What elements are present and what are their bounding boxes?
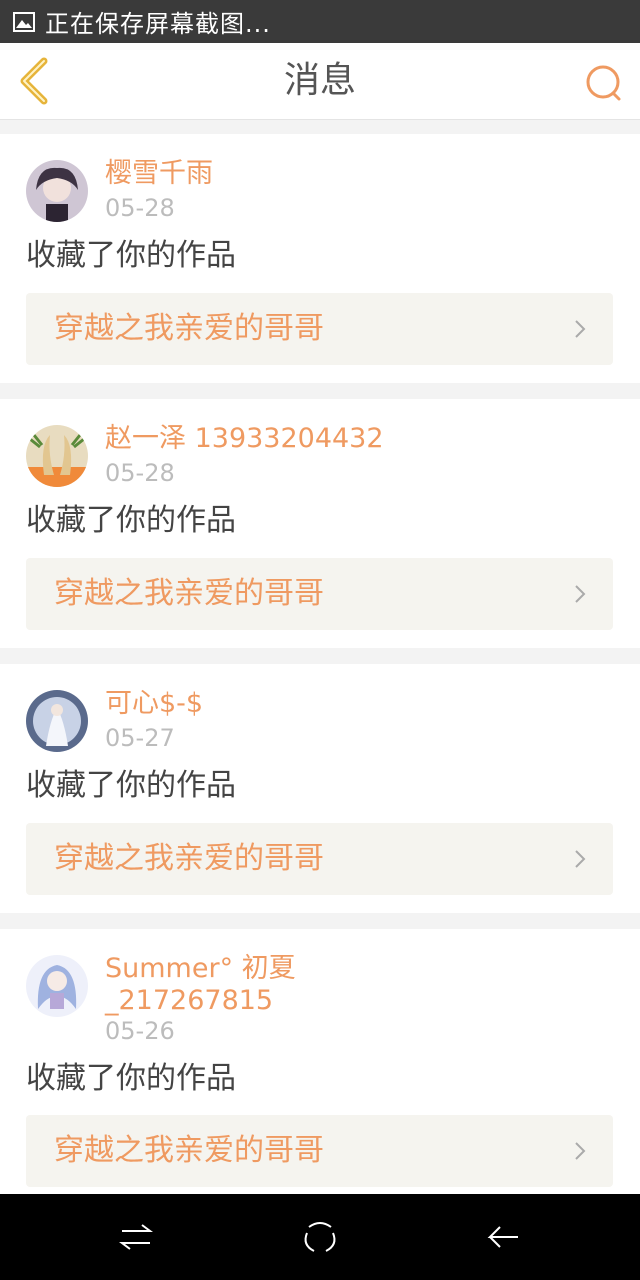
avatar[interactable]	[26, 160, 88, 222]
message-date: 05-27	[105, 724, 175, 752]
work-link[interactable]: 穿越之我亲爱的哥哥	[26, 823, 613, 895]
work-title: 穿越之我亲爱的哥哥	[54, 841, 324, 876]
home-icon[interactable]	[300, 1217, 340, 1257]
message-list: 樱雪千雨 05-28 收藏了你的作品 穿越之我亲爱的哥哥 赵一泽 1393320…	[0, 134, 640, 1215]
chevron-right-icon	[573, 319, 587, 339]
message-action: 收藏了你的作品	[26, 1061, 236, 1096]
avatar[interactable]	[26, 425, 88, 487]
message-action: 收藏了你的作品	[26, 768, 236, 803]
username-line1: Summer° 初夏	[105, 953, 296, 984]
chevron-right-icon	[573, 849, 587, 869]
header: 消息	[0, 43, 640, 120]
chevron-right-icon	[573, 1141, 587, 1161]
username[interactable]: 赵一泽 13933204432	[105, 423, 405, 455]
work-link[interactable]: 穿越之我亲爱的哥哥	[26, 558, 613, 630]
message-card: 赵一泽 13933204432 05-28 收藏了你的作品 穿越之我亲爱的哥哥	[0, 399, 640, 648]
work-link[interactable]: 穿越之我亲爱的哥哥	[26, 1115, 613, 1187]
username[interactable]: Summer° 初夏 _217267815	[105, 953, 405, 1017]
message-date: 05-28	[105, 459, 175, 487]
work-title: 穿越之我亲爱的哥哥	[54, 576, 324, 611]
system-nav-bar	[0, 1194, 640, 1280]
message-card: 樱雪千雨 05-28 收藏了你的作品 穿越之我亲爱的哥哥	[0, 134, 640, 383]
message-card: 可心$-$ 05-27 收藏了你的作品 穿越之我亲爱的哥哥	[0, 664, 640, 913]
search-icon[interactable]	[584, 63, 624, 103]
message-action: 收藏了你的作品	[26, 238, 236, 273]
username[interactable]: 樱雪千雨	[105, 158, 405, 190]
back-icon[interactable]	[484, 1217, 524, 1257]
avatar[interactable]	[26, 955, 88, 1017]
message-date: 05-26	[105, 1017, 175, 1045]
message-card: Summer° 初夏 _217267815 05-26 收藏了你的作品 穿越之我…	[0, 929, 640, 1199]
status-bar: 正在保存屏幕截图...	[0, 0, 640, 43]
work-title: 穿越之我亲爱的哥哥	[54, 311, 324, 346]
work-title: 穿越之我亲爱的哥哥	[54, 1133, 324, 1168]
work-link[interactable]: 穿越之我亲爱的哥哥	[26, 293, 613, 365]
chevron-right-icon	[573, 584, 587, 604]
switch-icon[interactable]	[116, 1217, 156, 1257]
message-date: 05-28	[105, 194, 175, 222]
username-line2: _217267815	[105, 985, 274, 1016]
image-icon	[13, 11, 35, 32]
avatar[interactable]	[26, 690, 88, 752]
status-text: 正在保存屏幕截图...	[45, 10, 271, 38]
username[interactable]: 可心$-$	[105, 688, 405, 720]
message-action: 收藏了你的作品	[26, 503, 236, 538]
page-title: 消息	[283, 60, 356, 101]
